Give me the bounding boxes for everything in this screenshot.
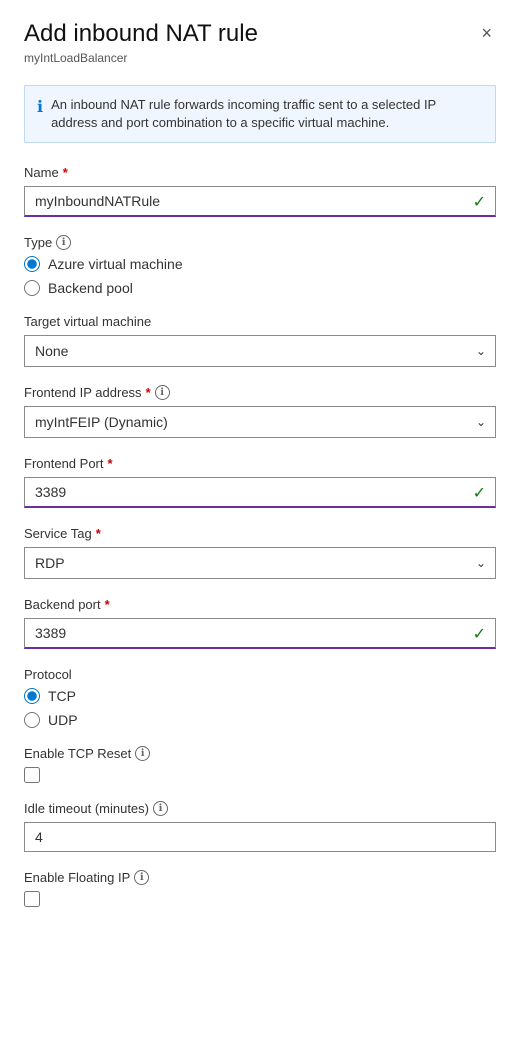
protocol-udp-radio[interactable]: [24, 712, 40, 728]
floating-ip-info-icon[interactable]: ℹ: [134, 870, 149, 885]
service-tag-required: *: [96, 526, 101, 541]
protocol-field-group: Protocol TCP UDP: [24, 667, 496, 728]
tcp-reset-info-icon[interactable]: ℹ: [135, 746, 150, 761]
tcp-reset-checkbox[interactable]: [24, 767, 40, 783]
floating-ip-label: Enable Floating IP ℹ: [24, 870, 496, 885]
type-azure-vm-label: Azure virtual machine: [48, 256, 183, 272]
page-title: Add inbound NAT rule: [24, 20, 258, 49]
frontend-port-input-wrapper: ✓: [24, 477, 496, 508]
frontend-port-input[interactable]: [24, 477, 496, 508]
type-backend-pool-label: Backend pool: [48, 280, 133, 296]
backend-port-input-wrapper: ✓: [24, 618, 496, 649]
floating-ip-field-group: Enable Floating IP ℹ: [24, 870, 496, 907]
info-box: ℹ An inbound NAT rule forwards incoming …: [24, 85, 496, 143]
backend-port-input[interactable]: [24, 618, 496, 649]
frontend-ip-label: Frontend IP address * ℹ: [24, 385, 496, 400]
target-vm-select[interactable]: None: [24, 335, 496, 367]
target-vm-label: Target virtual machine: [24, 314, 496, 329]
target-vm-dropdown-wrapper: None ⌄: [24, 335, 496, 367]
floating-ip-checkbox[interactable]: [24, 891, 40, 907]
close-button[interactable]: ×: [477, 20, 496, 46]
floating-ip-checkbox-item[interactable]: [24, 891, 496, 907]
protocol-tcp-label: TCP: [48, 688, 76, 704]
type-azure-vm-radio[interactable]: [24, 256, 40, 272]
name-required: *: [63, 165, 68, 180]
frontend-port-label: Frontend Port *: [24, 456, 496, 471]
idle-timeout-label: Idle timeout (minutes) ℹ: [24, 801, 496, 816]
protocol-udp-option[interactable]: UDP: [24, 712, 496, 728]
idle-timeout-input[interactable]: [24, 822, 496, 852]
type-label: Type ℹ: [24, 235, 496, 250]
type-azure-vm-option[interactable]: Azure virtual machine: [24, 256, 496, 272]
type-backend-pool-radio[interactable]: [24, 280, 40, 296]
frontend-ip-required: *: [146, 385, 151, 400]
frontend-ip-select[interactable]: myIntFEIP (Dynamic): [24, 406, 496, 438]
tcp-reset-field-group: Enable TCP Reset ℹ: [24, 746, 496, 783]
backend-port-label: Backend port *: [24, 597, 496, 612]
protocol-tcp-radio[interactable]: [24, 688, 40, 704]
service-tag-label: Service Tag *: [24, 526, 496, 541]
name-field-group: Name * ✓: [24, 165, 496, 217]
target-vm-field-group: Target virtual machine None ⌄: [24, 314, 496, 367]
type-info-icon[interactable]: ℹ: [56, 235, 71, 250]
name-label: Name *: [24, 165, 496, 180]
tcp-reset-checkbox-item[interactable]: [24, 767, 496, 783]
info-icon: ℹ: [37, 97, 43, 117]
frontend-ip-dropdown-wrapper: myIntFEIP (Dynamic) ⌄: [24, 406, 496, 438]
idle-timeout-field-group: Idle timeout (minutes) ℹ: [24, 801, 496, 852]
service-tag-dropdown-wrapper: RDP ⌄: [24, 547, 496, 579]
name-input-wrapper: ✓: [24, 186, 496, 217]
idle-timeout-input-wrapper: [24, 822, 496, 852]
frontend-ip-info-icon[interactable]: ℹ: [155, 385, 170, 400]
service-tag-select[interactable]: RDP: [24, 547, 496, 579]
frontend-port-required: *: [108, 456, 113, 471]
backend-port-required: *: [105, 597, 110, 612]
header: Add inbound NAT rule ×: [24, 20, 496, 49]
protocol-label: Protocol: [24, 667, 496, 682]
protocol-radio-group: TCP UDP: [24, 688, 496, 728]
name-input[interactable]: [24, 186, 496, 217]
type-field-group: Type ℹ Azure virtual machine Backend poo…: [24, 235, 496, 296]
frontend-ip-field-group: Frontend IP address * ℹ myIntFEIP (Dynam…: [24, 385, 496, 438]
frontend-port-field-group: Frontend Port * ✓: [24, 456, 496, 508]
idle-timeout-info-icon[interactable]: ℹ: [153, 801, 168, 816]
info-text: An inbound NAT rule forwards incoming tr…: [51, 96, 483, 132]
subtitle: myIntLoadBalancer: [24, 51, 496, 65]
service-tag-field-group: Service Tag * RDP ⌄: [24, 526, 496, 579]
type-radio-group: Azure virtual machine Backend pool: [24, 256, 496, 296]
protocol-tcp-option[interactable]: TCP: [24, 688, 496, 704]
type-backend-pool-option[interactable]: Backend pool: [24, 280, 496, 296]
protocol-udp-label: UDP: [48, 712, 78, 728]
tcp-reset-label: Enable TCP Reset ℹ: [24, 746, 496, 761]
backend-port-field-group: Backend port * ✓: [24, 597, 496, 649]
